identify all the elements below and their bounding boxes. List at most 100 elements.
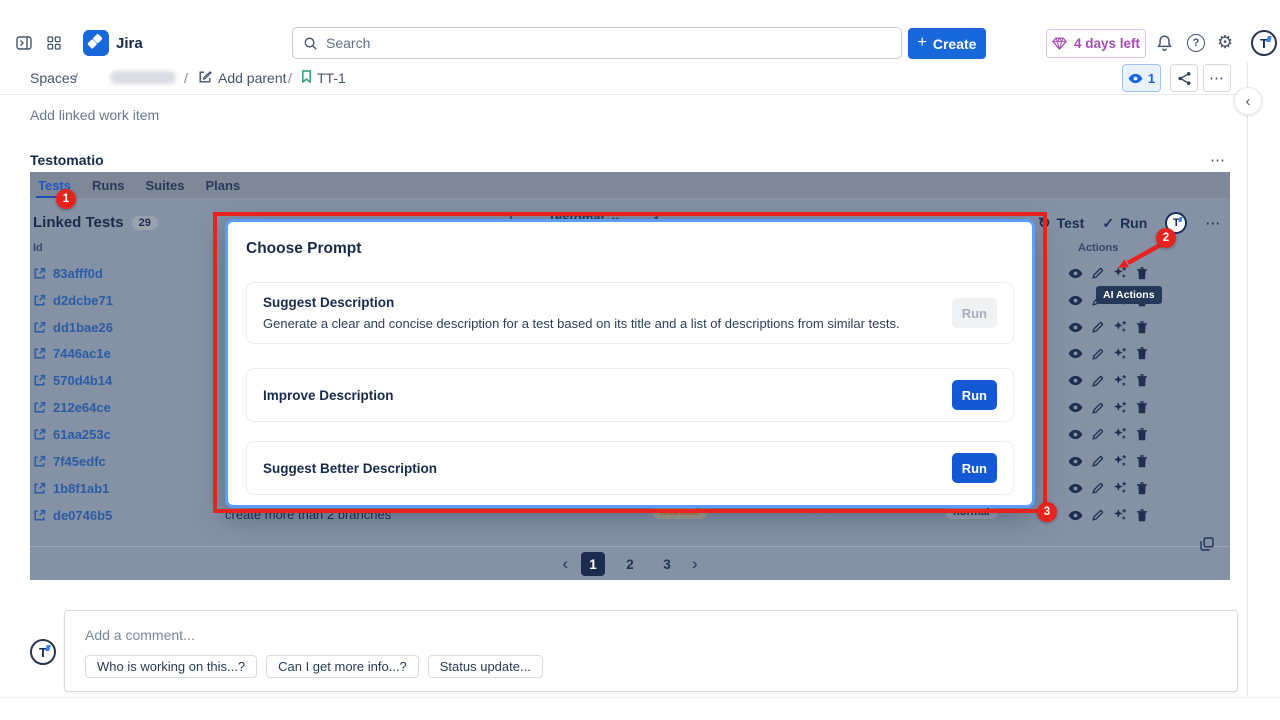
ai-actions-icon[interactable] — [1113, 401, 1127, 415]
add-linked-work-item[interactable]: Add linked work item — [30, 107, 159, 123]
breadcrumb-spaces[interactable]: Spaces — [30, 70, 77, 86]
breadcrumb-separator: / — [74, 70, 78, 86]
edit-pencil-icon[interactable] — [1092, 348, 1104, 360]
space-name-redacted[interactable] — [110, 71, 176, 84]
trial-badge[interactable]: 4 days left — [1046, 29, 1146, 58]
external-link-icon — [33, 347, 46, 360]
external-link-icon — [33, 321, 46, 334]
search-icon — [303, 36, 318, 51]
view-eye-icon[interactable] — [1068, 402, 1083, 413]
search-input[interactable] — [326, 35, 891, 51]
help-icon[interactable]: ? — [1187, 34, 1205, 52]
page-1[interactable]: 1 — [581, 552, 605, 576]
export-copy-icon[interactable] — [1200, 537, 1214, 551]
user-avatar[interactable]: T — [1251, 30, 1277, 56]
ai-actions-icon[interactable] — [1113, 508, 1127, 522]
page-next-icon[interactable]: › — [692, 554, 698, 574]
test-id-link[interactable]: 7f45edfc — [33, 454, 106, 469]
app-title: Jira — [116, 35, 143, 52]
delete-trash-icon[interactable] — [1136, 401, 1148, 414]
test-id-link[interactable]: 1b8f1ab1 — [33, 481, 109, 496]
watchers-button[interactable]: 1 — [1122, 64, 1161, 92]
view-eye-icon[interactable] — [1068, 268, 1083, 279]
tab-runs[interactable]: Runs — [90, 172, 127, 198]
row-actions — [1068, 320, 1148, 334]
row-actions — [1068, 401, 1148, 415]
view-eye-icon[interactable] — [1068, 375, 1083, 386]
app-switcher-icon[interactable] — [47, 36, 61, 50]
tab-suites[interactable]: Suites — [144, 172, 187, 198]
edit-pencil-icon[interactable] — [1092, 402, 1104, 414]
delete-trash-icon[interactable] — [1136, 482, 1148, 495]
breadcrumb-current-item[interactable]: TT-1 — [317, 70, 346, 86]
view-eye-icon[interactable] — [1068, 483, 1083, 494]
trial-label: 4 days left — [1074, 36, 1140, 51]
app-window: Jira + Create 4 days left ? ⚙ T Spaces — [0, 0, 1280, 720]
edit-pencil-icon[interactable] — [1092, 509, 1104, 521]
column-header-id: Id — [33, 242, 43, 254]
collapse-panel-button[interactable]: ‹ — [1234, 87, 1262, 115]
section-more-icon[interactable]: ⋯ — [1210, 151, 1226, 169]
view-eye-icon[interactable] — [1068, 429, 1083, 440]
row-actions — [1068, 427, 1148, 441]
annotation-step-2: 2 — [1156, 228, 1176, 248]
jira-logo-icon[interactable] — [83, 30, 109, 56]
view-eye-icon[interactable] — [1068, 456, 1083, 467]
view-eye-icon[interactable] — [1068, 295, 1083, 306]
tab-plans[interactable]: Plans — [204, 172, 243, 198]
view-eye-icon[interactable] — [1068, 348, 1083, 359]
test-id-link[interactable]: dd1bae26 — [33, 320, 113, 335]
ai-actions-icon[interactable] — [1113, 427, 1127, 441]
ai-actions-icon[interactable] — [1113, 454, 1127, 468]
add-parent-link[interactable]: Add parent — [218, 70, 287, 86]
ai-actions-icon[interactable] — [1113, 347, 1127, 361]
delete-trash-icon[interactable] — [1136, 374, 1148, 387]
comment-placeholder[interactable]: Add a comment... — [85, 627, 195, 643]
delete-trash-icon[interactable] — [1136, 428, 1148, 441]
notifications-bell-icon[interactable] — [1156, 34, 1173, 52]
delete-trash-icon[interactable] — [1136, 455, 1148, 468]
create-button[interactable]: + Create — [908, 28, 986, 59]
breadcrumb-separator: / — [184, 70, 188, 86]
view-eye-icon[interactable] — [1068, 322, 1083, 333]
page-3[interactable]: 3 — [655, 552, 679, 576]
view-eye-icon[interactable] — [1068, 510, 1083, 521]
delete-trash-icon[interactable] — [1136, 321, 1148, 334]
test-id-link[interactable]: 7446ac1e — [33, 346, 111, 361]
edit-pencil-icon[interactable] — [1092, 482, 1104, 494]
run-button[interactable]: ✓ Run — [1102, 215, 1147, 232]
ai-actions-icon[interactable] — [1113, 481, 1127, 495]
linked-tests-header: Linked Tests 29 — [33, 214, 158, 231]
test-id-link[interactable]: 212e64ce — [33, 400, 111, 415]
sidebar-toggle-icon[interactable] — [16, 36, 32, 50]
external-link-icon — [33, 482, 46, 495]
test-id-link[interactable]: de0746b5 — [33, 508, 112, 523]
edit-pencil-icon[interactable] — [1092, 267, 1104, 279]
quick-reply-chip[interactable]: Can I get more info...? — [266, 655, 419, 678]
test-id-link[interactable]: d2dcbe71 — [33, 293, 113, 308]
quick-reply-chip[interactable]: Who is working on this...? — [85, 655, 257, 678]
search-box[interactable] — [292, 27, 902, 59]
delete-trash-icon[interactable] — [1136, 347, 1148, 360]
more-actions-button[interactable]: ⋯ — [1203, 64, 1231, 92]
share-button[interactable] — [1170, 64, 1198, 92]
panel-more-icon[interactable]: ⋯ — [1205, 214, 1221, 232]
delete-trash-icon[interactable] — [1136, 509, 1148, 522]
edit-pencil-icon[interactable] — [1092, 455, 1104, 467]
test-id-link[interactable]: 61aa253c — [33, 427, 111, 442]
settings-gear-icon[interactable]: ⚙ — [1217, 32, 1233, 53]
edit-pencil-icon[interactable] — [1092, 375, 1104, 387]
comment-box[interactable]: Add a comment... Who is working on this.… — [64, 610, 1238, 692]
page-2[interactable]: 2 — [618, 552, 642, 576]
edit-pencil-icon[interactable] — [1092, 321, 1104, 333]
annotation-step-1: 1 — [56, 189, 76, 209]
breadcrumb-divider — [0, 94, 1238, 95]
test-id-link[interactable]: 83afff0d — [33, 266, 103, 281]
external-link-icon — [33, 267, 46, 280]
edit-pencil-icon[interactable] — [1092, 428, 1104, 440]
ai-actions-icon[interactable] — [1113, 320, 1127, 334]
test-id-link[interactable]: 570d4b14 — [33, 373, 112, 388]
page-prev-icon[interactable]: ‹ — [562, 554, 568, 574]
ai-actions-icon[interactable] — [1113, 374, 1127, 388]
quick-reply-chip[interactable]: Status update... — [428, 655, 543, 678]
